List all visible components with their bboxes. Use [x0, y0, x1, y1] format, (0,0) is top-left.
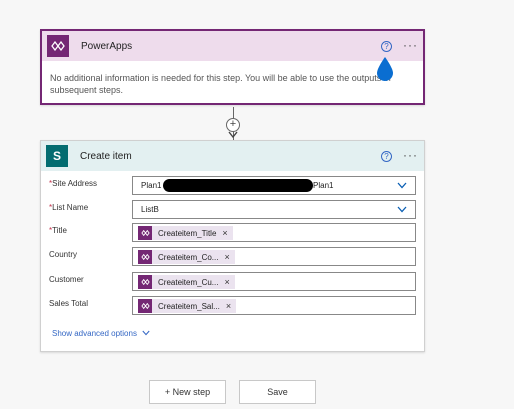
- token-icon: [138, 250, 152, 264]
- chevron-down-icon: [142, 330, 150, 336]
- drag-cursor-icon: [377, 57, 393, 81]
- country-row: Country Createitem_Co... ×: [49, 247, 417, 266]
- create-item-card[interactable]: S Create item ? ··· *Site Address Plan1 …: [40, 140, 425, 352]
- powerapps-header[interactable]: PowerApps ? ···: [42, 31, 423, 61]
- arrow-down-icon: [228, 131, 238, 139]
- site-address-value-end: Plan1: [313, 181, 334, 190]
- dynamic-content-token[interactable]: Createitem_Title ×: [138, 226, 233, 240]
- sales-total-row: Sales Total Createitem_Sal... ×: [49, 296, 417, 315]
- chevron-down-icon[interactable]: [397, 182, 407, 189]
- site-address-label: *Site Address: [49, 179, 98, 188]
- help-icon[interactable]: ?: [381, 41, 392, 52]
- list-name-value: ListB: [141, 205, 159, 214]
- site-address-dropdown[interactable]: Plan1 Plan1: [132, 176, 416, 195]
- list-name-label: *List Name: [49, 203, 89, 212]
- customer-input[interactable]: Createitem_Cu... ×: [132, 272, 416, 291]
- remove-token-icon[interactable]: ×: [222, 228, 227, 238]
- site-address-value-start: Plan1: [141, 181, 162, 190]
- sharepoint-icon: S: [46, 145, 68, 167]
- remove-token-icon[interactable]: ×: [224, 277, 229, 287]
- show-advanced-options-link[interactable]: Show advanced options: [52, 329, 150, 338]
- sales-total-input[interactable]: Createitem_Sal... ×: [132, 296, 416, 315]
- site-address-row: *Site Address Plan1 Plan1: [49, 176, 417, 195]
- list-name-dropdown[interactable]: ListB: [132, 200, 416, 219]
- remove-token-icon[interactable]: ×: [226, 301, 231, 311]
- token-label: Createitem_Co...: [158, 252, 219, 262]
- token-icon: [138, 275, 152, 289]
- powerapps-title: PowerApps: [81, 40, 133, 52]
- powerapps-message: No additional information is needed for …: [50, 73, 391, 95]
- title-label: *Title: [49, 226, 67, 235]
- title-input[interactable]: Createitem_Title ×: [132, 223, 416, 242]
- remove-token-icon[interactable]: ×: [224, 252, 229, 262]
- chevron-down-icon[interactable]: [397, 206, 407, 213]
- token-label: Createitem_Cu...: [158, 277, 219, 287]
- country-input[interactable]: Createitem_Co... ×: [132, 247, 416, 266]
- powerapps-card[interactable]: PowerApps ? ··· No additional informatio…: [40, 29, 425, 105]
- save-button[interactable]: Save: [239, 380, 316, 404]
- token-label: Createitem_Sal...: [158, 301, 220, 311]
- dynamic-content-token[interactable]: Createitem_Co... ×: [138, 250, 235, 264]
- dynamic-content-token[interactable]: Createitem_Cu... ×: [138, 275, 235, 289]
- create-item-header[interactable]: S Create item ? ···: [41, 141, 424, 171]
- advanced-options-label: Show advanced options: [52, 329, 137, 338]
- country-label: Country: [49, 250, 78, 259]
- customer-row: Customer Createitem_Cu... ×: [49, 272, 417, 291]
- help-icon[interactable]: ?: [381, 151, 392, 162]
- insert-step-button[interactable]: +: [226, 118, 240, 132]
- token-icon: [138, 226, 152, 240]
- new-step-button[interactable]: + New step: [149, 380, 226, 404]
- token-icon: [138, 299, 152, 313]
- token-label: Createitem_Title: [158, 228, 217, 238]
- dynamic-content-token[interactable]: Createitem_Sal... ×: [138, 299, 237, 313]
- create-item-title: Create item: [80, 150, 132, 162]
- sales-total-label: Sales Total: [49, 299, 88, 308]
- powerapps-icon: [47, 35, 69, 57]
- more-icon[interactable]: ···: [403, 39, 418, 51]
- title-row: *Title Createitem_Title ×: [49, 223, 417, 242]
- customer-label: Customer: [49, 275, 84, 284]
- list-name-row: *List Name ListB: [49, 200, 417, 219]
- redacted-block: [163, 179, 313, 192]
- more-icon[interactable]: ···: [403, 149, 418, 161]
